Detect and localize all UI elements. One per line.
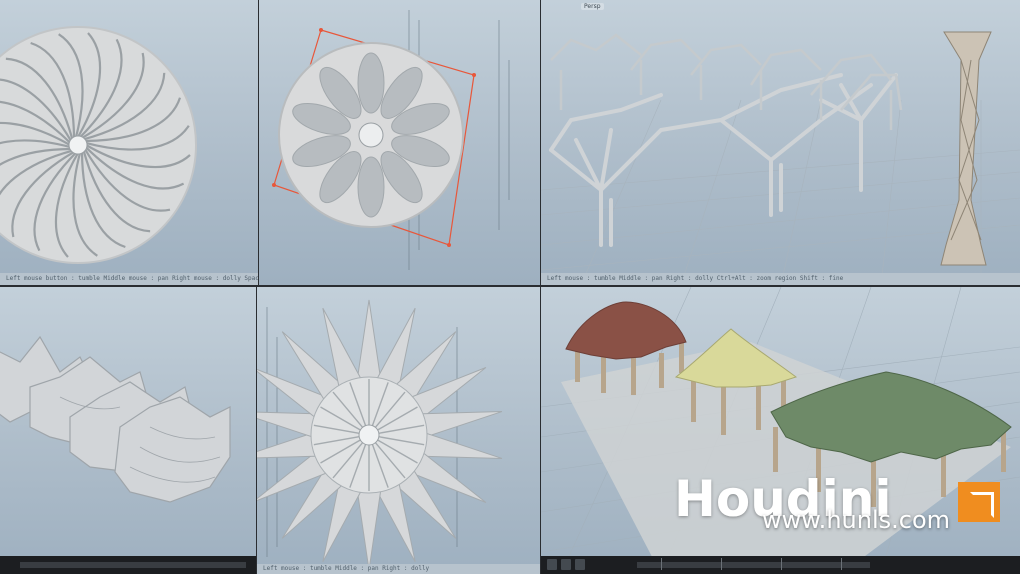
houdini-watermark: Houdini www.hunls.com: [674, 470, 1004, 540]
play-forward-button[interactable]: [575, 559, 585, 570]
timeline-tick: [661, 558, 662, 570]
play-button[interactable]: [561, 559, 571, 570]
viewport-status-hint: Left mouse : tumble Middle : pan Right :…: [541, 273, 1020, 285]
viewport-top-middle[interactable]: [259, 0, 540, 285]
timeline-tick: [721, 558, 722, 570]
viewport-divider[interactable]: [0, 285, 1020, 287]
viewport-status-hint: Left mouse button : tumble Middle mouse …: [0, 273, 258, 285]
timeline-tick: [781, 558, 782, 570]
timeline-track[interactable]: [20, 562, 246, 568]
viewport-status-hint: Left mouse : tumble Middle : pan Right :…: [257, 564, 540, 574]
brand-site-url: www.hunls.com: [762, 506, 951, 534]
spiky-flower-sculpture: [257, 299, 503, 571]
viewport-divider[interactable]: [540, 0, 541, 574]
viewport-top-right[interactable]: Persp Left mouse : tumble Middle: pan R…: [541, 0, 1020, 285]
viewport-top-left[interactable]: Left mouse button : tumble Middle mouse …: [0, 0, 258, 285]
playback-timeline[interactable]: [541, 556, 1020, 574]
play-back-button[interactable]: [547, 559, 557, 570]
timeline-tick: [841, 558, 842, 570]
spiral-petal-sculpture: [0, 335, 231, 503]
houdini-logo-icon: [958, 482, 1000, 522]
viewport-bottom-middle[interactable]: Left mouse : tumble Middle : pan Right :…: [257, 287, 540, 574]
viewport-bottom-left[interactable]: [0, 287, 256, 574]
arch-tree-structures: [541, 31, 1020, 285]
flower-sculpture-radial: [0, 26, 197, 264]
timeline-track[interactable]: [637, 562, 870, 568]
playback-timeline[interactable]: [0, 556, 256, 574]
flower-sculpture-selected: [272, 10, 510, 270]
twisted-column: [940, 31, 992, 266]
